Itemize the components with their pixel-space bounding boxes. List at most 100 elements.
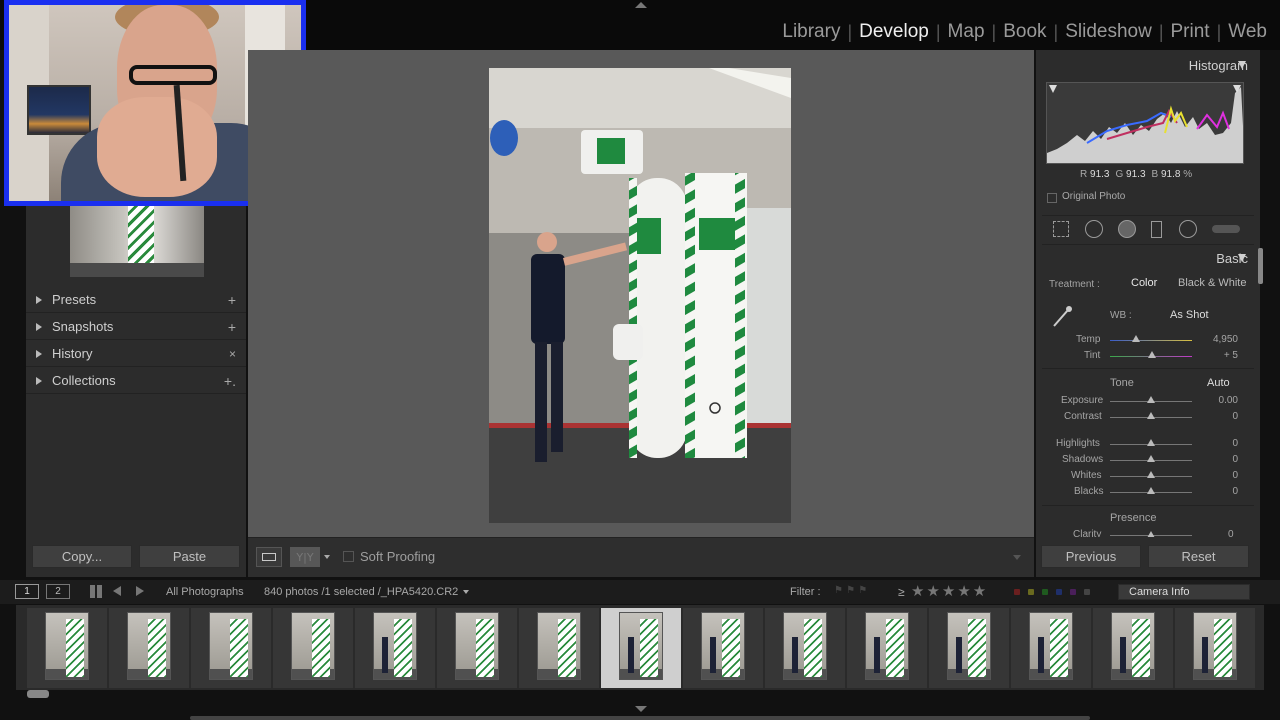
collapse-filmstrip-icon[interactable] — [635, 706, 647, 712]
filmstrip-thumbnail[interactable] — [109, 608, 189, 688]
filmstrip-thumbnail[interactable] — [519, 608, 599, 688]
add-snapshot-icon[interactable]: + — [228, 319, 236, 335]
presets-panel-header[interactable]: Presets + — [26, 287, 246, 313]
histogram[interactable] — [1046, 82, 1244, 164]
blacks-value[interactable]: 0 — [1232, 486, 1238, 497]
temp-value[interactable]: 4,950 — [1213, 334, 1238, 345]
filter-preset-select[interactable]: Camera Info — [1118, 584, 1250, 600]
module-slideshow[interactable]: Slideshow — [1058, 21, 1159, 43]
primary-window-button[interactable]: 1 — [15, 584, 39, 599]
filmstrip-thumbnail[interactable] — [27, 608, 107, 688]
clarity-value[interactable]: 0 — [1228, 529, 1234, 537]
filmstrip-thumbnail[interactable] — [1093, 608, 1173, 688]
filmstrip-thumbnail[interactable] — [1011, 608, 1091, 688]
yellow-label-filter[interactable] — [1028, 589, 1034, 595]
temp-slider-thumb[interactable] — [1132, 335, 1140, 342]
main-photo[interactable] — [489, 68, 791, 523]
flag-filter-icons[interactable]: ⚑ ⚑ ⚑ — [834, 585, 878, 597]
grid-view-icon[interactable] — [90, 585, 103, 598]
snapshots-panel-header[interactable]: Snapshots + — [26, 314, 246, 340]
filmstrip-thumbnail[interactable] — [1175, 608, 1255, 688]
auto-tone-button[interactable]: Auto — [1207, 377, 1230, 389]
previous-button[interactable]: Previous — [1041, 545, 1141, 568]
previous-photo-icon[interactable] — [113, 586, 121, 596]
temp-slider[interactable] — [1110, 340, 1192, 341]
next-photo-icon[interactable] — [136, 586, 144, 596]
filmstrip-thumbnail[interactable] — [273, 608, 353, 688]
filmstrip-thumbnail[interactable] — [191, 608, 271, 688]
tint-value[interactable]: + 5 — [1224, 350, 1238, 361]
rating-operator[interactable]: ≥ — [898, 585, 905, 599]
filmstrip-right-edge[interactable] — [1264, 605, 1280, 705]
treatment-bw-button[interactable]: Black & White — [1178, 277, 1246, 289]
before-after-dropdown-icon[interactable] — [324, 555, 330, 559]
soft-proofing-checkbox[interactable] — [343, 551, 354, 562]
filmstrip-thumbnail[interactable] — [847, 608, 927, 688]
filmstrip-thumbnail[interactable] — [765, 608, 845, 688]
right-panel-toggle[interactable] — [1264, 50, 1280, 577]
source-label[interactable]: All Photographs — [166, 586, 244, 598]
histogram-collapse-icon[interactable] — [1238, 61, 1246, 69]
wb-eyedropper-icon[interactable] — [1050, 304, 1074, 328]
photo-count-label[interactable]: 840 photos /1 selected /_HPA5420.CR2 — [264, 586, 458, 598]
paste-settings-button[interactable]: Paste — [139, 545, 240, 568]
blue-label-filter[interactable] — [1056, 589, 1062, 595]
adjustment-brush-icon[interactable] — [1212, 225, 1240, 233]
collections-panel-header[interactable]: Collections +. — [26, 368, 246, 394]
radial-filter-icon[interactable] — [1179, 220, 1197, 238]
navigator-preview[interactable] — [70, 205, 204, 277]
tint-slider-thumb[interactable] — [1148, 351, 1156, 358]
history-panel-header[interactable]: History × — [26, 341, 246, 367]
filmstrip-thumbnail[interactable] — [683, 608, 763, 688]
treatment-color-button[interactable]: Color — [1131, 277, 1157, 289]
copy-settings-button[interactable]: Copy... — [32, 545, 132, 568]
module-map[interactable]: Map — [941, 21, 992, 43]
toolbar-options-icon[interactable] — [1013, 555, 1021, 560]
red-label-filter[interactable] — [1014, 589, 1020, 595]
collapse-top-panel-icon[interactable] — [635, 2, 647, 8]
spot-removal-icon[interactable] — [1085, 220, 1103, 238]
module-web[interactable]: Web — [1221, 21, 1274, 43]
highlights-slider-thumb[interactable] — [1147, 439, 1155, 446]
rating-filter-stars[interactable]: ★★★★★ — [911, 582, 988, 600]
crop-tool-icon[interactable] — [1053, 221, 1069, 237]
filmstrip-scrollbar[interactable] — [27, 690, 49, 698]
reset-button[interactable]: Reset — [1148, 545, 1249, 568]
source-dropdown-icon[interactable] — [463, 590, 469, 594]
module-develop[interactable]: Develop — [852, 21, 936, 43]
shadow-clipping-icon[interactable] — [1049, 85, 1057, 93]
green-label-filter[interactable] — [1042, 589, 1048, 595]
filmstrip-thumbnail[interactable] — [929, 608, 1009, 688]
add-preset-icon[interactable]: + — [228, 292, 236, 308]
original-photo-checkbox[interactable] — [1047, 193, 1057, 203]
filmstrip-thumbnail[interactable] — [355, 608, 435, 688]
wb-select[interactable]: As Shot — [1170, 309, 1209, 321]
no-label-filter[interactable] — [1084, 589, 1090, 595]
blacks-slider-thumb[interactable] — [1147, 487, 1155, 494]
exposure-value[interactable]: 0.00 — [1219, 395, 1238, 406]
loupe-view-button[interactable] — [256, 547, 282, 567]
graduated-filter-icon[interactable] — [1151, 221, 1162, 238]
shadows-value[interactable]: 0 — [1232, 454, 1238, 465]
before-after-button[interactable]: Y|Y — [290, 547, 320, 567]
module-library[interactable]: Library — [775, 21, 847, 43]
whites-slider-thumb[interactable] — [1147, 471, 1155, 478]
module-book[interactable]: Book — [996, 21, 1053, 43]
filmstrip-left-edge[interactable] — [0, 605, 16, 705]
whites-value[interactable]: 0 — [1232, 470, 1238, 481]
purple-label-filter[interactable] — [1070, 589, 1076, 595]
clear-history-icon[interactable]: × — [229, 347, 236, 361]
right-panel-scrollbar[interactable] — [1258, 248, 1263, 284]
filmstrip-thumbnail[interactable] — [601, 608, 681, 688]
highlights-value[interactable]: 0 — [1232, 438, 1238, 449]
exposure-slider-thumb[interactable] — [1147, 396, 1155, 403]
basic-collapse-icon[interactable] — [1238, 254, 1246, 262]
contrast-slider-thumb[interactable] — [1147, 412, 1155, 419]
red-eye-icon[interactable] — [1118, 220, 1136, 238]
contrast-value[interactable]: 0 — [1232, 411, 1238, 422]
add-collection-icon[interactable]: +. — [224, 373, 236, 389]
filmstrip-thumbnail[interactable] — [437, 608, 517, 688]
shadows-slider-thumb[interactable] — [1147, 455, 1155, 462]
secondary-window-button[interactable]: 2 — [46, 584, 70, 599]
module-print[interactable]: Print — [1164, 21, 1217, 43]
